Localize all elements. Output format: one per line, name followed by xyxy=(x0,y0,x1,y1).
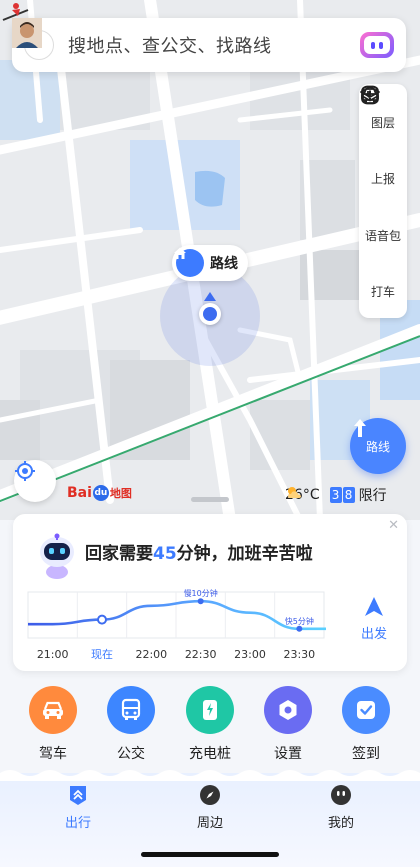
taxi-button[interactable]: 打车 xyxy=(359,88,407,319)
restriction-label: 限行 xyxy=(358,488,387,504)
annotation-point xyxy=(197,598,204,605)
map-view[interactable]: 搜地点、查公交、找路线 图层 上报 语音包 打车 路线 路线 Bai du 地图… xyxy=(0,0,420,520)
search-input[interactable]: 搜地点、查公交、找路线 xyxy=(68,32,360,58)
shortcut-label: 签到 xyxy=(352,746,380,762)
x-tick-label: 22:00 xyxy=(135,648,167,661)
compass-icon xyxy=(200,785,220,805)
profile-icon xyxy=(331,785,351,805)
tool-label: 打车 xyxy=(370,285,395,300)
now-point xyxy=(97,614,107,625)
home-indicator xyxy=(141,852,279,857)
annotation-point xyxy=(296,625,303,632)
route-nav-button[interactable]: 路线 xyxy=(350,418,406,474)
x-tick-label: 22:30 xyxy=(185,648,217,661)
heading-arrow-icon xyxy=(204,292,216,301)
restriction-plate-digits: 3 8 xyxy=(329,487,356,503)
shortcut-label: 设置 xyxy=(274,746,302,762)
tool-label: 语音包 xyxy=(364,228,401,243)
tab-nearby[interactable]: 周边 xyxy=(180,783,240,831)
avatar[interactable] xyxy=(12,18,54,60)
home-icon xyxy=(174,247,204,277)
commute-series-line xyxy=(28,599,326,631)
tab-label: 我的 xyxy=(327,816,354,831)
voice-pack-button[interactable]: 语音包 xyxy=(359,85,407,262)
turn-arrow-icon xyxy=(354,419,366,437)
depart-button[interactable]: 出发 xyxy=(354,596,394,642)
locate-icon xyxy=(15,461,35,481)
commute-card[interactable]: ✕ 回家需要45分钟，加班辛苦啦 慢10分钟快5分钟 21:00 现在 22:00 22… xyxy=(13,514,407,671)
tool-label: 上报 xyxy=(370,172,395,187)
tab-label: 周边 xyxy=(196,816,223,831)
taxi-icon xyxy=(361,88,379,103)
route-nav-label: 路线 xyxy=(365,440,390,454)
baidu-map-logo: Bai du 地图 xyxy=(67,485,132,501)
report-button[interactable]: 上报 xyxy=(359,86,407,206)
checkin-icon xyxy=(342,686,390,734)
shortcut-settings[interactable]: 设置 xyxy=(253,686,323,763)
commute-minutes: 45 xyxy=(153,544,177,564)
home-route-bubble[interactable]: 路线 xyxy=(172,245,248,281)
map-toolbar: 图层 上报 语音包 打车 xyxy=(359,84,407,318)
locate-me-button[interactable] xyxy=(14,460,56,502)
shortcut-charging[interactable]: 充电桩 xyxy=(175,686,245,763)
charging-pile-icon xyxy=(186,686,234,734)
tab-travel[interactable]: 出行 xyxy=(48,783,108,831)
shortcut-row: 驾车 公交 充电桩 设置 签到 xyxy=(0,686,420,766)
shortcut-bus[interactable]: 公交 xyxy=(96,686,166,763)
x-tick-label: 23:30 xyxy=(283,648,315,661)
shortcut-checkin[interactable]: 签到 xyxy=(331,686,401,763)
commute-time-chart[interactable]: 慢10分钟快5分钟 21:00 现在 22:00 22:30 23:00 23:30 xyxy=(26,586,326,664)
x-tick-label: 现在 xyxy=(91,648,113,661)
x-tick-label: 23:00 xyxy=(234,648,266,661)
robot-mascot-icon xyxy=(40,533,74,579)
shortcut-drive[interactable]: 驾车 xyxy=(18,686,88,763)
travel-icon xyxy=(70,786,86,805)
navigation-arrow-icon xyxy=(365,597,383,616)
shortcut-label: 公交 xyxy=(117,746,145,762)
x-tick-label: 21:00 xyxy=(37,648,69,661)
annotation-label: 慢10分钟 xyxy=(184,588,218,598)
close-icon[interactable]: ✕ xyxy=(388,518,399,533)
depart-label: 出发 xyxy=(360,627,387,642)
commute-message: 回家需要45分钟，加班辛苦啦 xyxy=(85,544,313,564)
shortcut-label: 充电桩 xyxy=(189,746,231,762)
annotation-label: 快5分钟 xyxy=(285,616,314,626)
tool-label: 图层 xyxy=(370,115,395,130)
route-bubble-label: 路线 xyxy=(210,256,238,272)
current-location-marker xyxy=(199,303,221,325)
search-bar[interactable]: 搜地点、查公交、找路线 xyxy=(12,18,406,72)
car-icon xyxy=(29,686,77,734)
weather-widget[interactable]: 26°C 3 8 限行 xyxy=(285,485,387,505)
partly-cloudy-icon xyxy=(288,487,301,498)
shortcut-label: 驾车 xyxy=(39,746,67,762)
tab-profile[interactable]: 我的 xyxy=(311,783,371,831)
snow-decoration xyxy=(0,770,420,781)
settings-icon xyxy=(264,686,312,734)
drag-handle[interactable] xyxy=(191,497,229,502)
bus-icon xyxy=(107,686,155,734)
voice-assistant-icon[interactable] xyxy=(360,32,394,58)
tab-label: 出行 xyxy=(64,816,91,831)
